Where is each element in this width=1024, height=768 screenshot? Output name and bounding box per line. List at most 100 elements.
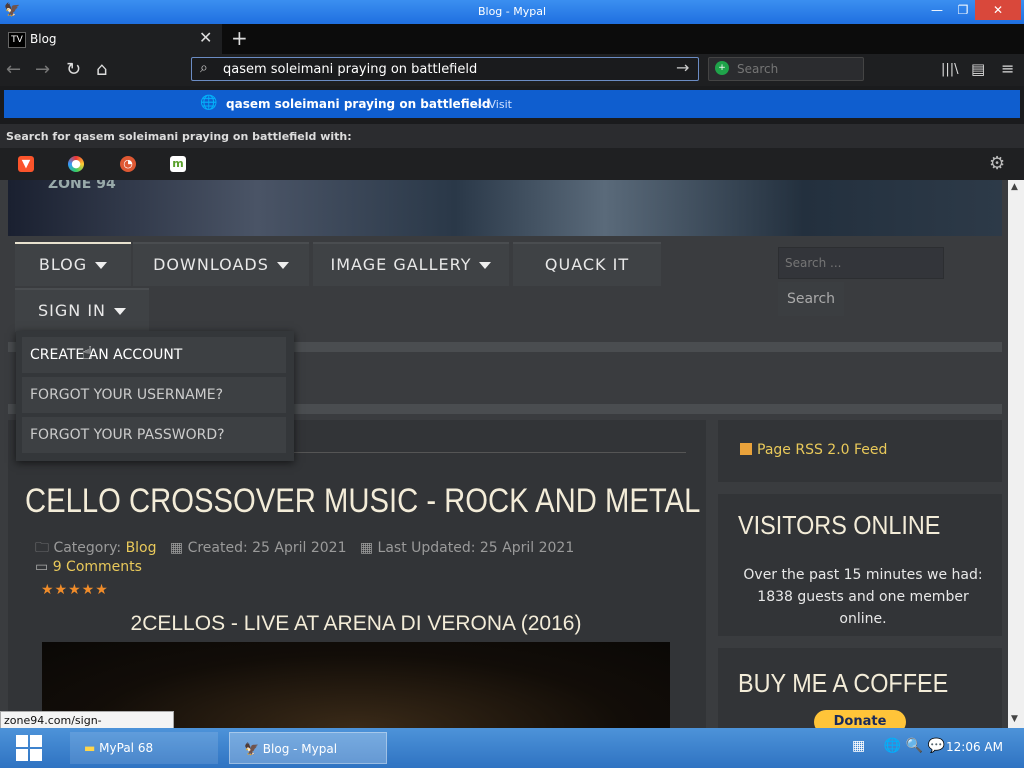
menu-quack-it[interactable]: QUACK IT [513, 242, 661, 286]
taskbar-item-blog[interactable]: 🦅 Blog - Mypal [229, 732, 387, 764]
forgot-password-link[interactable]: FORGOT YOUR PASSWORD? [22, 417, 286, 453]
scroll-down-icon[interactable]: ▼ [1011, 714, 1018, 724]
visitors-panel: VISITORS ONLINE Over the past 15 minutes… [718, 494, 1002, 636]
library-icon[interactable]: |||\ [941, 62, 959, 77]
windows-logo-icon [16, 749, 28, 761]
system-tray[interactable]: ▦ 🌐 🔍 💬 [852, 738, 945, 754]
keyboard-icon[interactable]: ▦ [852, 738, 865, 754]
donate-button[interactable]: Donate [814, 710, 906, 728]
window-title-bar: 🦅 Blog - Mypal — ❐ ✕ [0, 0, 1024, 24]
navigation-toolbar: ← → ↻ ⌂ ⌕ → + |||\ ▤ ≡ [0, 54, 1024, 86]
go-arrow-icon[interactable]: → [676, 58, 689, 77]
brave-icon[interactable]: ▼ [18, 156, 34, 172]
video-title: 2CELLOS - LIVE AT ARENA DI VERONA (2016) [130, 612, 582, 635]
windows-logo-icon [30, 749, 42, 761]
menu-downloads[interactable]: DOWNLOADS [133, 242, 309, 286]
duckduckgo-icon[interactable]: ◔ [120, 156, 136, 172]
search-engine-bar: ▼ ● ◔ m ⚙ [0, 148, 1024, 180]
created-date: Created: 25 April 2021 [187, 540, 347, 556]
suggestion-query: qasem soleimani praying on battlefield [226, 97, 491, 111]
folder-icon: ▬ [84, 741, 96, 755]
back-arrow-icon[interactable]: ← [6, 59, 21, 80]
reload-icon[interactable]: ↻ [66, 59, 81, 80]
url-bar[interactable]: ⌕ → [191, 57, 699, 81]
rating-stars[interactable]: ★★★★★ [41, 582, 109, 598]
search-tray-icon[interactable]: 🔍 [906, 738, 923, 754]
search-engine-icon[interactable]: + [715, 61, 729, 75]
comments-link[interactable]: 9 Comments [53, 559, 142, 575]
forward-arrow-icon[interactable]: → [35, 59, 50, 80]
coffee-panel: BUY ME A COFFEE Donate [718, 648, 1002, 728]
menu-image-gallery[interactable]: IMAGE GALLERY [313, 242, 509, 286]
menu-hamburger-icon[interactable]: ≡ [1001, 59, 1014, 78]
menu-quack-label: QUACK IT [544, 255, 630, 274]
coffee-title: BUY ME A COFFEE [738, 668, 949, 698]
site-search-button[interactable]: Search [778, 282, 844, 316]
suggestion-row[interactable]: 🌐 qasem soleimani praying on battlefield… [4, 90, 1020, 118]
window-title: Blog - Mypal [477, 5, 547, 18]
mojeek-icon[interactable]: m [170, 156, 186, 172]
tab-blog[interactable]: TV Blog ✕ [0, 24, 222, 54]
url-suggestion-popup: 🌐 qasem soleimani praying on battlefield… [0, 86, 1024, 124]
taskbar-item-mypal[interactable]: ▬ MyPal 68 [70, 732, 218, 764]
rss-panel: Page RSS 2.0 Feed [718, 420, 1002, 482]
menu-downloads-label: DOWNLOADS [153, 255, 269, 274]
scroll-up-icon[interactable]: ▲ [1011, 182, 1018, 192]
network-icon[interactable]: 🌐 [884, 738, 901, 754]
rss-label: Page RSS 2.0 Feed [757, 442, 888, 458]
caret-down-icon [479, 262, 492, 269]
rss-icon [740, 443, 752, 455]
article-title[interactable]: CELLO CROSSOVER MUSIC - ROCK AND METAL [25, 482, 700, 521]
visitors-text: Over the past 15 minutes we had: 1838 gu… [743, 567, 983, 627]
comment-icon: ▭ [35, 559, 49, 575]
chat-icon[interactable]: 💬 [927, 738, 944, 754]
updated-date: Last Updated: 25 April 2021 [377, 540, 575, 556]
comments-row[interactable]: ▭ 9 Comments [35, 559, 142, 575]
article-meta: 🗀 Category: Blog ▦ Created: 25 April 202… [35, 537, 574, 561]
menu-sign-in[interactable]: SIGN IN [15, 288, 149, 332]
qwant-icon[interactable]: ● [68, 156, 84, 172]
app-icon: 🦅 [244, 742, 259, 756]
menu-signin-label: SIGN IN [37, 301, 106, 320]
search-box[interactable]: + [708, 57, 864, 81]
rss-link[interactable]: Page RSS 2.0 Feed [740, 442, 887, 458]
tab-favicon-icon: TV [8, 32, 26, 48]
calendar-icon: ▦ [359, 540, 374, 556]
calendar-icon: ▦ [169, 540, 184, 556]
taskbar-blog-label: Blog - Mypal [262, 742, 338, 756]
hand-cursor-icon: ☝ [82, 343, 93, 364]
new-tab-plus-icon[interactable]: + [231, 26, 248, 50]
home-icon[interactable]: ⌂ [96, 59, 107, 80]
caret-down-icon [276, 262, 289, 269]
suggestion-visit: — Visit [474, 98, 512, 111]
category-label: Category: [53, 540, 122, 556]
gear-icon[interactable]: ⚙ [989, 153, 1005, 174]
tab-strip: TV Blog ✕ + [0, 24, 1024, 54]
url-input[interactable] [223, 59, 663, 79]
folder-icon: 🗀 [35, 540, 49, 556]
close-button[interactable]: ✕ [975, 0, 1021, 20]
minimize-button[interactable]: — [924, 0, 950, 20]
taskbar-mypal-label: MyPal 68 [99, 741, 154, 755]
site-banner: ZONE 94 [8, 180, 1002, 236]
caret-down-icon [114, 308, 126, 315]
clock[interactable]: 12:06 AM [946, 740, 1003, 754]
windows-logo-icon [16, 735, 28, 747]
menu-blog[interactable]: BLOG [15, 242, 131, 286]
search-with-label: Search for qasem soleimani praying on ba… [6, 130, 352, 143]
site-search-input[interactable] [778, 247, 944, 279]
caret-down-icon [95, 262, 108, 269]
site-logo[interactable]: ZONE 94 [48, 180, 116, 192]
forgot-username-link[interactable]: FORGOT YOUR USERNAME? [22, 377, 286, 413]
page-scrollbar[interactable]: ▲ ▼ [1008, 180, 1024, 728]
tab-close-icon[interactable]: ✕ [199, 28, 212, 47]
web-page: ZONE 94 BLOG DOWNLOADS IMAGE GALLERY QUA… [0, 180, 1008, 728]
globe-icon: 🌐 [200, 95, 218, 111]
create-account-link[interactable]: CREATE AN ACCOUNT [22, 337, 286, 373]
taskbar: ▬ MyPal 68 🦅 Blog - Mypal ▦ 🌐 🔍 💬 12:06 … [0, 728, 1024, 768]
start-button[interactable] [0, 728, 58, 768]
category-link[interactable]: Blog [126, 540, 157, 556]
maximize-button[interactable]: ❐ [951, 0, 975, 20]
search-input[interactable] [737, 59, 857, 79]
sidebar-icon[interactable]: ▤ [971, 60, 985, 78]
